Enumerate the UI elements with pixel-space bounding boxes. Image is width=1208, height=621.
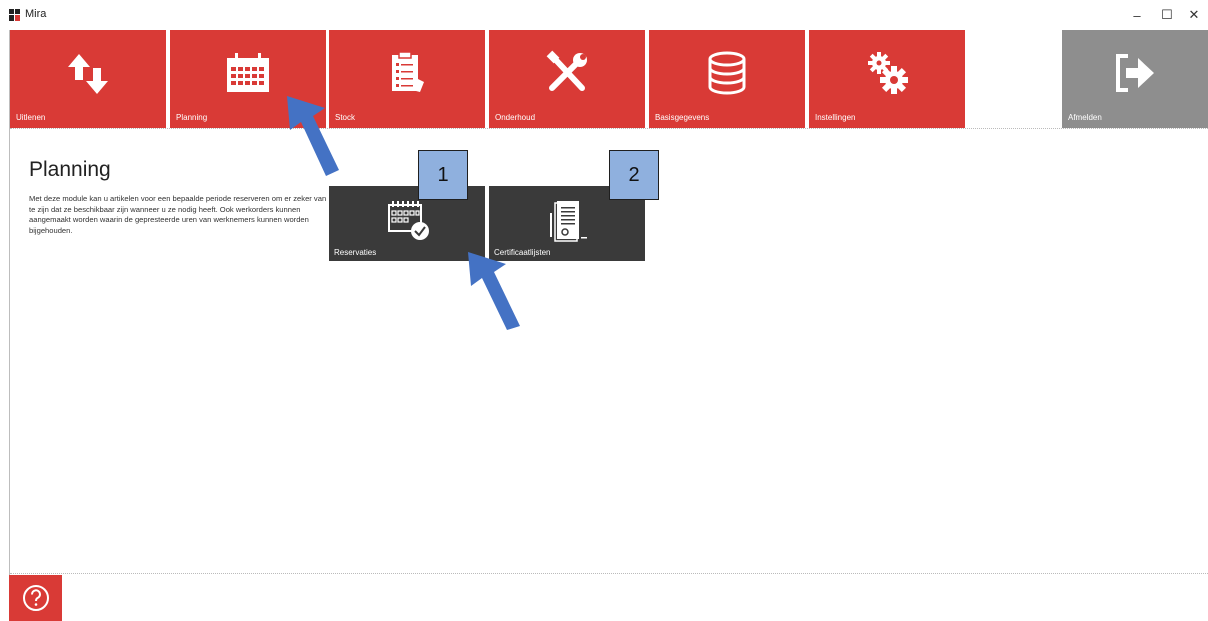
nav-divider: [10, 128, 1208, 129]
annotation-badge-2: 2: [609, 150, 659, 200]
up-down-arrows-icon: [10, 48, 166, 98]
nav-tile-label: Instellingen: [815, 113, 856, 122]
page-title: Planning: [29, 158, 111, 181]
close-button[interactable]: ✕: [1180, 4, 1208, 26]
nav-tile-label: Planning: [176, 113, 208, 122]
annotation-arrow-planning: [287, 96, 339, 176]
nav-tile-label: Onderhoud: [495, 113, 536, 122]
subtile-label: Reservaties: [334, 248, 377, 257]
question-icon: [22, 585, 49, 611]
bottom-divider: [10, 573, 1208, 574]
nav-tile-afmelden[interactable]: Afmelden: [1062, 30, 1208, 128]
certificate-icon: [489, 200, 645, 242]
nav-tile-label: Afmelden: [1068, 113, 1102, 122]
nav-tile-basisgegevens[interactable]: Basisgegevens: [649, 30, 805, 128]
window-title: Mira: [25, 8, 47, 20]
annotation-arrow-reservaties: [468, 252, 520, 330]
logout-icon: [1062, 48, 1208, 98]
tools-icon: [489, 48, 645, 98]
nav-tile-onderhoud[interactable]: Onderhoud: [489, 30, 645, 128]
page-description: Met deze module kan u artikelen voor een…: [29, 194, 327, 235]
nav-tile-stock[interactable]: Stock: [329, 30, 485, 128]
nav-tile-label: Uitlenen: [16, 113, 46, 122]
database-icon: [649, 48, 805, 98]
title-bar: Mira – ☐ ✕: [0, 0, 1208, 30]
calendar-check-icon: [329, 200, 485, 242]
minimize-button[interactable]: –: [1123, 4, 1151, 26]
nav-tile-uitlenen[interactable]: Uitlenen: [10, 30, 166, 128]
help-button[interactable]: [9, 575, 62, 621]
clipboard-list-icon: [329, 48, 485, 98]
annotation-badge-1: 1: [418, 150, 468, 200]
gears-icon: [809, 48, 965, 98]
maximize-button[interactable]: ☐: [1153, 4, 1181, 26]
nav-tile-label: Basisgegevens: [655, 113, 710, 122]
calendar-icon: [170, 48, 326, 98]
nav-tile-instellingen[interactable]: Instellingen: [809, 30, 965, 128]
mira-logo-icon: [9, 9, 21, 21]
